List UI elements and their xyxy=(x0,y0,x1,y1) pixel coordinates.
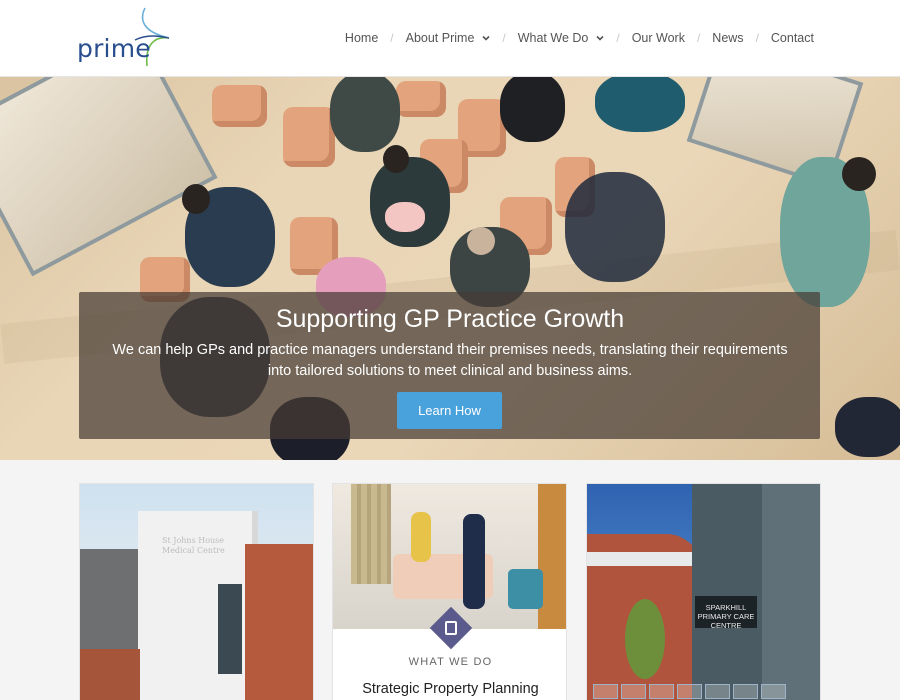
carousel-thumb[interactable] xyxy=(621,684,646,699)
hero-subtitle: We can help GPs and practice managers un… xyxy=(112,342,788,379)
main-nav: Home / About Prime / What We Do / Our Wo… xyxy=(345,31,814,45)
person-head xyxy=(467,227,495,255)
person-head xyxy=(383,145,409,173)
curtain xyxy=(351,484,391,584)
nav-news-label: News xyxy=(712,31,744,45)
nav-our-work-label: Our Work xyxy=(631,31,685,45)
chair xyxy=(212,85,267,127)
nav-home-label: Home xyxy=(344,31,379,45)
person xyxy=(330,77,400,152)
card-title[interactable]: Strategic Property Planning xyxy=(333,681,566,697)
cabinet xyxy=(538,484,566,629)
nav-separator: / xyxy=(616,31,620,45)
nav-home[interactable]: Home xyxy=(345,31,378,45)
carousel-thumb[interactable] xyxy=(649,684,674,699)
carousel-thumb[interactable] xyxy=(705,684,730,699)
building-brick xyxy=(80,649,140,700)
building-tower xyxy=(692,484,762,700)
person-head xyxy=(182,184,210,214)
building-right xyxy=(762,484,820,700)
nav-separator: / xyxy=(696,31,701,45)
hero-title: Supporting GP Practice Growth xyxy=(275,305,625,333)
feature-card-medical-centre[interactable]: St Johns House Medical Centre xyxy=(79,483,314,700)
carousel-thumb[interactable] xyxy=(677,684,702,699)
tablet-icon xyxy=(445,621,457,635)
carousel-thumbnails xyxy=(587,684,820,700)
feature-card-sparkhill[interactable]: SPARKHILL PRIMARY CARE CENTRE xyxy=(586,483,821,700)
chevron-down-icon xyxy=(596,35,604,41)
hero-banner: Supporting GP Practice Growth We can hel… xyxy=(0,77,900,460)
nav-about-prime[interactable]: About Prime xyxy=(406,31,491,45)
carousel-thumb[interactable] xyxy=(733,684,758,699)
nav-separator: / xyxy=(502,31,506,45)
person xyxy=(835,397,900,457)
building-glass xyxy=(218,584,242,674)
nurse xyxy=(463,514,485,609)
chair xyxy=(283,107,335,167)
nav-our-work[interactable]: Our Work xyxy=(632,31,685,45)
site-header: prime Home / About Prime / What We Do / … xyxy=(0,0,900,77)
nurse xyxy=(411,512,431,562)
nav-separator: / xyxy=(755,31,759,45)
building-sign: SPARKHILL PRIMARY CARE CENTRE xyxy=(695,596,757,630)
chair xyxy=(396,81,446,117)
learn-how-button[interactable]: Learn How xyxy=(397,392,502,429)
nav-what-we-do[interactable]: What We Do xyxy=(518,31,605,45)
chair xyxy=(508,569,543,609)
building-sign: St Johns House Medical Centre xyxy=(162,536,225,555)
tree xyxy=(625,599,665,679)
card-category: WHAT WE DO xyxy=(408,656,493,668)
building-brick xyxy=(245,544,313,700)
person-head xyxy=(842,157,876,191)
prime-logo[interactable]: prime xyxy=(77,6,177,70)
carousel-thumb[interactable] xyxy=(761,684,786,699)
carousel-thumb[interactable] xyxy=(593,684,618,699)
nav-contact[interactable]: Contact xyxy=(771,31,814,45)
person xyxy=(595,77,685,132)
chevron-down-icon xyxy=(482,35,490,41)
nav-news[interactable]: News xyxy=(712,31,743,45)
nav-contact-label: Contact xyxy=(770,31,814,45)
nav-about-label: About Prime xyxy=(405,31,475,45)
baby-blanket xyxy=(385,202,425,232)
logo-text: prime xyxy=(77,34,151,63)
person-motion-blur xyxy=(565,172,665,282)
person xyxy=(500,77,565,142)
feature-card-what-we-do[interactable]: WHAT WE DO Strategic Property Planning xyxy=(332,483,567,700)
nav-what-we-do-label: What We Do xyxy=(517,31,589,45)
nav-separator: / xyxy=(390,31,394,45)
